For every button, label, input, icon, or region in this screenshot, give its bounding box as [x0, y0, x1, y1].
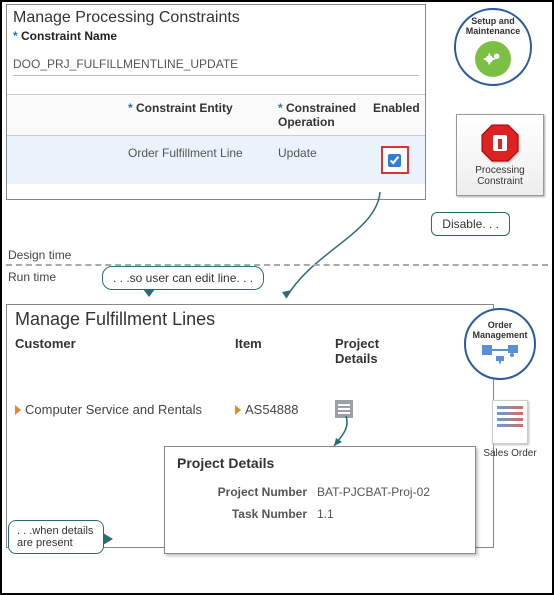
- project-details-popup: Project Details Project Number BAT-PJCBA…: [164, 446, 476, 554]
- fulfillment-columns: Customer Item Project Details: [15, 336, 485, 366]
- project-details-icon[interactable]: [335, 400, 353, 418]
- design-time-label: Design time: [8, 248, 71, 262]
- project-number-value: BAT-PJCBAT-Proj-02: [317, 485, 430, 499]
- order-management-icon: [480, 341, 520, 367]
- disable-callout: Disable. . .: [431, 212, 510, 236]
- cell-customer: Computer Service and Rentals: [25, 402, 202, 417]
- setup-maintenance-badge: Setup and Maintenance: [454, 8, 532, 86]
- user-edit-callout: . . .so user can edit line. . .: [102, 266, 264, 290]
- col-enabled: Enabled: [367, 95, 422, 135]
- phase-divider: [6, 264, 548, 266]
- sales-order-label: Sales Order: [482, 448, 538, 459]
- constraint-name-label: Constraint Name: [13, 29, 419, 43]
- fulfillment-row[interactable]: Computer Service and Rentals AS54888: [15, 400, 485, 418]
- order-management-label: Order Management: [466, 321, 534, 341]
- order-management-badge: Order Management: [464, 308, 536, 380]
- constraints-panel: Manage Processing Constraints Constraint…: [6, 4, 426, 200]
- stop-sign-icon: [480, 123, 520, 163]
- run-time-label: Run time: [8, 270, 56, 284]
- processing-constraint-tile[interactable]: Processing Constraint: [456, 114, 544, 196]
- constraint-name-value: DOO_PRJ_FULFILLMENTLINE_UPDATE: [13, 57, 419, 76]
- sales-order-tile[interactable]: Sales Order: [482, 400, 538, 459]
- col-constrained-operation: Constrained Operation: [272, 95, 367, 135]
- constraint-row[interactable]: Order Fulfillment Line Update: [7, 136, 425, 184]
- fulfillment-title: Manage Fulfillment Lines: [15, 309, 485, 330]
- col-item: Item: [235, 336, 335, 366]
- grid-header: Constraint Entity Constrained Operation …: [7, 94, 425, 136]
- task-number-value: 1.1: [317, 507, 334, 521]
- popup-title: Project Details: [177, 455, 463, 471]
- cell-item: AS54888: [245, 402, 299, 417]
- task-number-label: Task Number: [177, 507, 317, 521]
- gears-icon: [475, 41, 511, 77]
- details-present-callout: . . .when details are present: [8, 520, 104, 554]
- project-number-label: Project Number: [177, 485, 317, 499]
- expand-icon[interactable]: [235, 405, 241, 415]
- enabled-highlight: [381, 146, 409, 174]
- col-project-details: Project Details: [335, 336, 405, 366]
- arrow-checkbox-to-line: [282, 192, 402, 312]
- cell-operation: Update: [272, 136, 367, 184]
- page-title: Manage Processing Constraints: [13, 9, 419, 27]
- col-constraint-entity: Constraint Entity: [122, 95, 272, 135]
- enabled-checkbox[interactable]: [388, 154, 401, 167]
- cell-entity: Order Fulfillment Line: [122, 136, 272, 184]
- col-customer: Customer: [15, 336, 235, 366]
- document-icon: [492, 400, 528, 444]
- expand-icon[interactable]: [15, 405, 21, 415]
- processing-constraint-label: Processing Constraint: [457, 165, 543, 187]
- setup-maintenance-label: Setup and Maintenance: [456, 17, 530, 37]
